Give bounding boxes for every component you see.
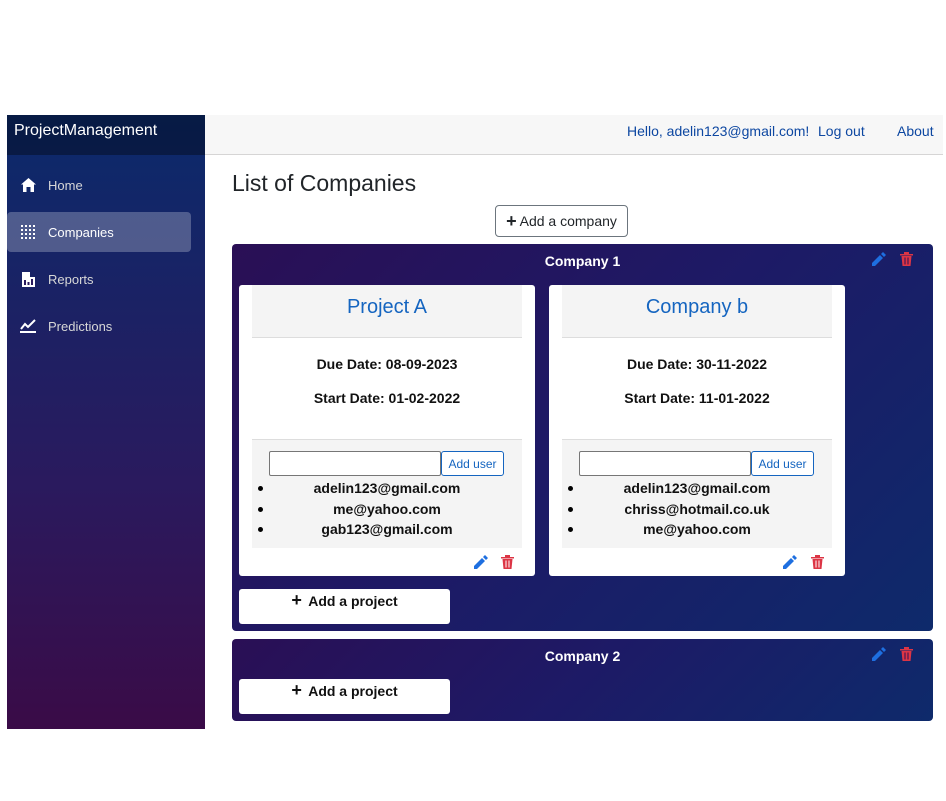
users-section: Add user adelin123@gmail.com me@yahoo.co… (252, 439, 522, 548)
add-company-button[interactable]: + Add a company (495, 205, 628, 237)
list-item: me@yahoo.com (562, 519, 832, 540)
project-title[interactable]: Project A (252, 285, 522, 330)
edit-icon[interactable] (871, 251, 887, 267)
report-icon (20, 271, 36, 287)
user-list: adelin123@gmail.com me@yahoo.com gab123@… (252, 478, 522, 540)
trash-icon[interactable] (809, 554, 825, 570)
add-user-input[interactable] (579, 451, 751, 476)
grid-icon (20, 224, 36, 240)
home-icon (20, 177, 36, 193)
project-header: Project A (252, 285, 522, 338)
sidebar-item-home[interactable]: Home (7, 165, 191, 205)
brand-title[interactable]: ProjectManagement (7, 115, 205, 155)
sidebar-nav: Home Companies Reports Predictions (7, 155, 205, 346)
user-greeting-link[interactable]: Hello, adelin123@gmail.com! (627, 123, 809, 139)
list-item: adelin123@gmail.com (562, 478, 832, 499)
plus-icon: + (291, 590, 302, 610)
sidebar-item-label: Companies (48, 224, 114, 240)
add-project-label: Add a project (308, 593, 398, 609)
page-title: List of Companies (232, 170, 417, 196)
add-user-button[interactable]: Add user (751, 451, 814, 476)
chart-line-icon (20, 318, 36, 334)
add-project-button[interactable]: + Add a project (239, 679, 450, 714)
list-item: adelin123@gmail.com (252, 478, 522, 499)
app-root: ProjectManagement Home Companies Reports… (7, 115, 943, 729)
add-project-label: Add a project (308, 683, 398, 699)
company-title: Company 2 (544, 648, 621, 664)
about-link[interactable]: About (897, 123, 934, 139)
trash-icon[interactable] (898, 646, 914, 662)
sidebar-item-predictions[interactable]: Predictions (7, 306, 191, 346)
sidebar-item-label: Predictions (48, 318, 113, 334)
list-item: gab123@gmail.com (252, 519, 522, 540)
plus-icon: + (291, 680, 302, 700)
company-card: Company 1 Project A Due Date: 08-09-2023… (232, 244, 933, 631)
add-user-button[interactable]: Add user (441, 451, 504, 476)
project-card: Project A Due Date: 08-09-2023 Start Dat… (239, 285, 535, 576)
users-section: Add user adelin123@gmail.com chriss@hotm… (562, 439, 832, 548)
trash-icon[interactable] (898, 251, 914, 267)
sidebar-item-reports[interactable]: Reports (7, 259, 191, 299)
project-card: Company b Due Date: 30-11-2022 Start Dat… (549, 285, 845, 576)
sidebar: ProjectManagement Home Companies Reports… (7, 115, 205, 729)
sidebar-item-label: Home (48, 177, 83, 193)
plus-icon: + (506, 211, 517, 231)
user-list: adelin123@gmail.com chriss@hotmail.co.uk… (562, 478, 832, 540)
top-bar: Hello, adelin123@gmail.com! Log out Abou… (205, 115, 943, 155)
project-title[interactable]: Company b (562, 285, 832, 330)
sidebar-item-companies[interactable]: Companies (7, 212, 191, 252)
list-item: me@yahoo.com (252, 499, 522, 520)
company-card: Company 2 + Add a project (232, 639, 933, 721)
start-date: Start Date: 11-01-2022 (624, 390, 770, 406)
add-project-button[interactable]: + Add a project (239, 589, 450, 624)
due-date: Due Date: 30-11-2022 (626, 356, 768, 372)
company-title: Company 1 (544, 253, 621, 269)
add-company-label: Add a company (519, 213, 617, 229)
logout-link[interactable]: Log out (818, 123, 865, 139)
sidebar-item-label: Reports (48, 271, 94, 287)
list-item: chriss@hotmail.co.uk (562, 499, 832, 520)
due-date: Due Date: 08-09-2023 (316, 356, 458, 372)
edit-icon[interactable] (782, 554, 798, 570)
edit-icon[interactable] (871, 646, 887, 662)
start-date: Start Date: 01-02-2022 (313, 390, 461, 406)
main-content: List of Companies + Add a company Compan… (205, 155, 943, 729)
edit-icon[interactable] (473, 554, 489, 570)
add-user-input[interactable] (269, 451, 441, 476)
project-header: Company b (562, 285, 832, 338)
trash-icon[interactable] (499, 554, 515, 570)
